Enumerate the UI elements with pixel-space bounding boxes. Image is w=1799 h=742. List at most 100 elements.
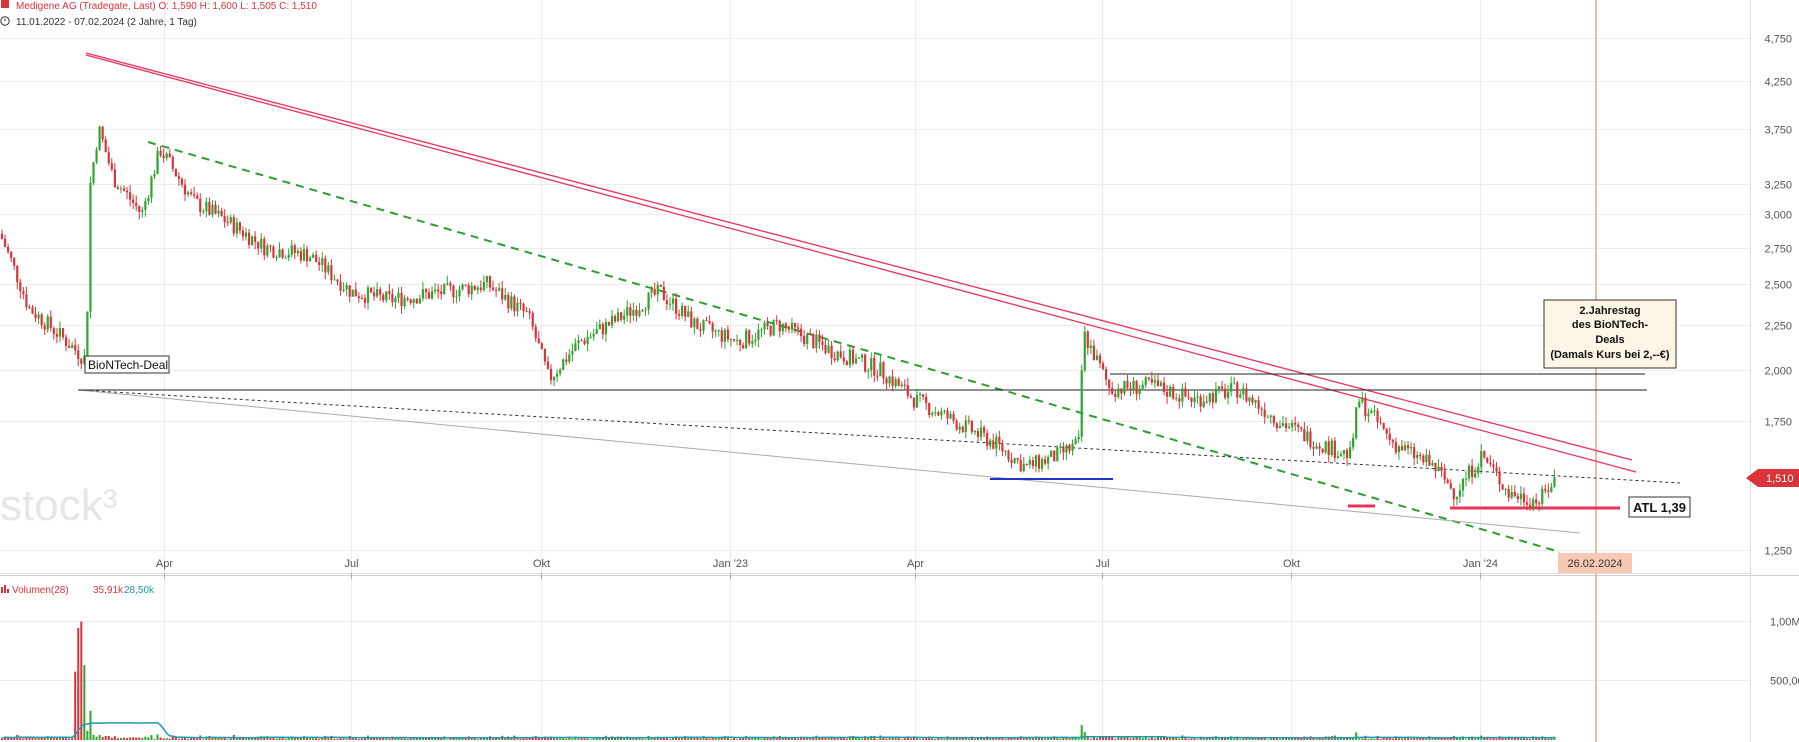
- candle-body: [842, 357, 845, 362]
- volume-value-1: 35,91k: [93, 585, 124, 596]
- price-panel[interactable]: [0, 0, 1750, 575]
- volume-bar: [1361, 738, 1364, 740]
- candle-body: [1227, 391, 1230, 398]
- candle-body: [13, 258, 16, 266]
- candle-body: [641, 310, 644, 312]
- volume-bar: [699, 738, 702, 740]
- candle-body: [135, 202, 138, 207]
- candle-body: [1220, 386, 1224, 389]
- candle-body: [891, 376, 894, 386]
- candle-body: [516, 302, 519, 312]
- volume-bar: [1446, 738, 1449, 740]
- candle-body: [815, 334, 818, 349]
- candle-body: [1318, 446, 1321, 449]
- volume-bar: [187, 738, 190, 740]
- candle-body: [857, 357, 861, 359]
- candle-body: [809, 334, 812, 336]
- candle-body: [430, 291, 434, 299]
- volume-bar: [34, 738, 37, 740]
- volume-bar: [156, 734, 159, 740]
- volume-bar: [571, 738, 574, 740]
- candle-body: [604, 322, 607, 335]
- volume-bar: [1111, 737, 1114, 740]
- candle-body: [400, 292, 403, 307]
- candle-body: [147, 197, 150, 202]
- candle-body: [656, 284, 659, 295]
- volume-bar: [129, 737, 132, 740]
- candle-body: [318, 262, 321, 265]
- candle-body: [1321, 448, 1324, 453]
- volume-bar: [839, 737, 842, 740]
- candle-body: [549, 368, 553, 381]
- candle-body: [1019, 459, 1022, 472]
- candle-body: [379, 289, 382, 295]
- volume-bar: [1135, 737, 1138, 740]
- candle-body: [122, 188, 126, 191]
- candle-body: [1528, 504, 1532, 508]
- candle-body: [839, 351, 842, 358]
- candle-body: [742, 345, 745, 349]
- candle-body: [1098, 355, 1102, 364]
- volume-bar: [83, 665, 86, 740]
- candle-body: [732, 339, 736, 341]
- candle-body: [183, 184, 187, 195]
- candle-body: [1080, 370, 1083, 437]
- candle-body: [870, 357, 873, 371]
- volume-bar: [1489, 738, 1492, 740]
- candle-body: [1028, 460, 1031, 465]
- volume-bar: [342, 738, 345, 740]
- candle-body: [110, 163, 113, 170]
- volume-bar: [1547, 738, 1550, 740]
- candle-body: [333, 279, 336, 281]
- candle-body: [1272, 415, 1275, 424]
- candle-body: [476, 287, 479, 290]
- candle-body: [729, 339, 733, 341]
- candle-body: [1513, 492, 1516, 497]
- candle-body: [552, 376, 556, 381]
- candle-body: [668, 303, 672, 305]
- volume-bar: [309, 738, 312, 740]
- candle-body: [507, 294, 510, 309]
- volume-bar: [967, 738, 970, 740]
- candle-body: [1300, 426, 1303, 429]
- candle-body: [1135, 380, 1138, 394]
- candle-body: [613, 316, 617, 322]
- candle-body: [1361, 397, 1364, 402]
- candle-body: [946, 410, 949, 419]
- volume-bar: [580, 738, 583, 740]
- stock-chart[interactable]: stock³ Medigene AG (Tradegate, Last) O: …: [0, 0, 1799, 742]
- candle-body: [1471, 465, 1474, 478]
- time-tick: Okt: [533, 558, 550, 570]
- volume-bar: [855, 737, 857, 740]
- candle-body: [1297, 424, 1300, 427]
- candle-body: [345, 285, 348, 290]
- candle-body: [43, 325, 46, 330]
- volume-bar: [1465, 739, 1467, 740]
- candle-body: [504, 294, 507, 300]
- candle-body: [601, 324, 604, 335]
- candle-body: [995, 436, 998, 449]
- candle-body: [443, 283, 446, 295]
- volume-bar: [336, 738, 339, 740]
- candle-body: [1349, 447, 1352, 459]
- candle-body: [351, 289, 354, 297]
- candle-body: [1382, 422, 1385, 429]
- candle-body: [662, 286, 665, 300]
- candle-body: [1245, 388, 1248, 402]
- candle-body: [595, 329, 598, 334]
- candle-body: [757, 329, 760, 340]
- candle-body: [684, 305, 687, 317]
- candle-body: [1288, 427, 1291, 429]
- candle-body: [1211, 393, 1214, 403]
- header-range: 11.01.2022 - 07.02.2024 (2 Jahre, 1 Tag): [16, 17, 197, 28]
- candle-body: [196, 195, 199, 199]
- candle-body: [955, 421, 958, 430]
- volume-legend: Volumen(28) 35,91k 28,50k: [1, 585, 155, 596]
- candle-body: [1410, 447, 1413, 449]
- candle-body: [1138, 388, 1141, 394]
- candle-body: [229, 217, 232, 223]
- volume-bar: [144, 736, 147, 740]
- candle-body: [205, 201, 208, 212]
- candle-body: [52, 328, 55, 334]
- candle-body: [86, 311, 89, 356]
